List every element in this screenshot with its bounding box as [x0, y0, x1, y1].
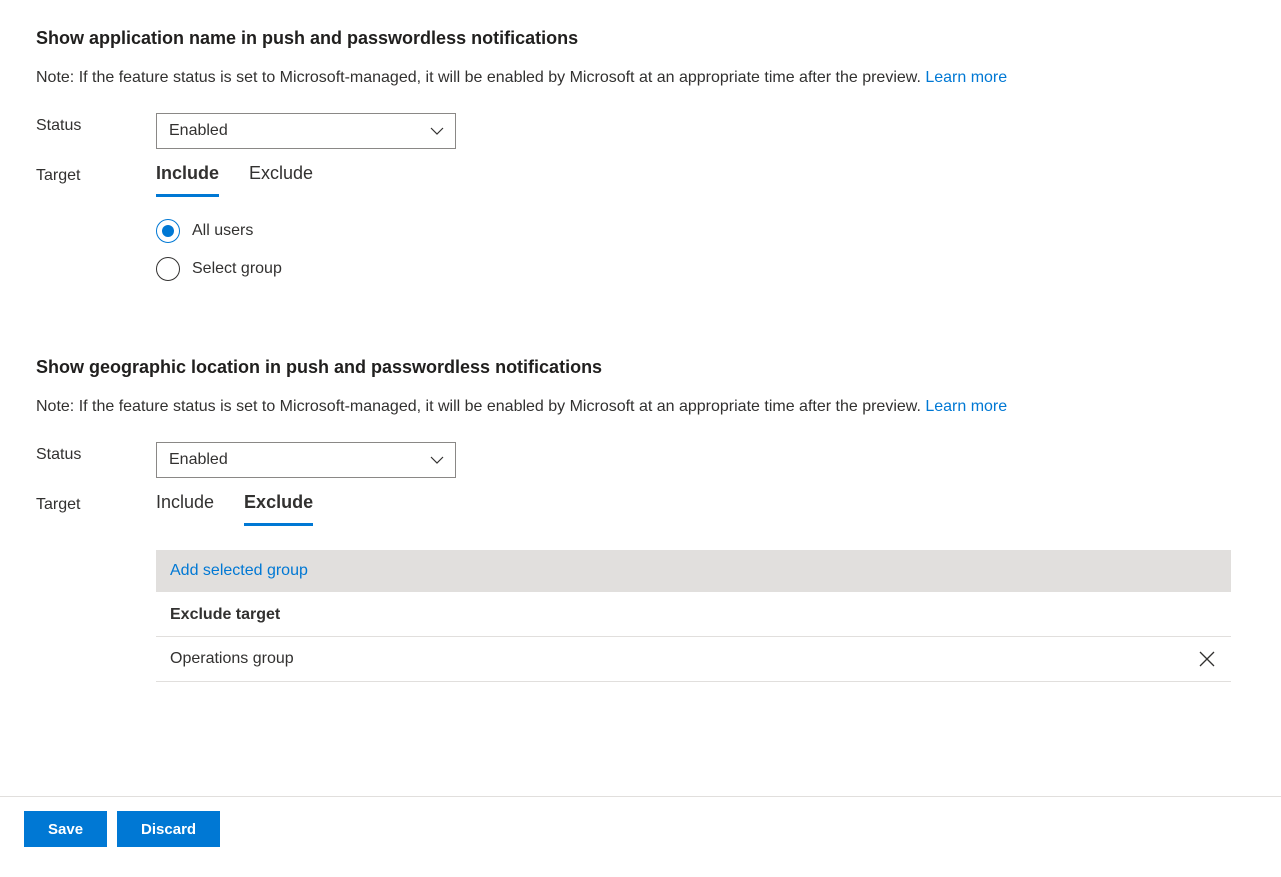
- section2-status-value: Enabled: [169, 451, 228, 469]
- section1-title: Show application name in push and passwo…: [36, 28, 1245, 49]
- section1-tabs: Include Exclude: [156, 163, 313, 197]
- tab-include[interactable]: Include: [156, 163, 219, 197]
- radio-all-users[interactable]: All users: [156, 219, 313, 243]
- chevron-down-icon: [429, 123, 445, 139]
- tab-exclude[interactable]: Exclude: [249, 163, 313, 197]
- chevron-down-icon: [429, 452, 445, 468]
- radio-icon: [156, 257, 180, 281]
- section1-status-dropdown[interactable]: Enabled: [156, 113, 456, 149]
- radio-select-group-label: Select group: [192, 260, 282, 278]
- section1-status-value: Enabled: [169, 122, 228, 140]
- footer-bar: Save Discard: [0, 796, 1281, 877]
- section2-target-label: Target: [36, 492, 156, 514]
- radio-icon: [156, 219, 180, 243]
- radio-select-group[interactable]: Select group: [156, 257, 313, 281]
- exclude-item-name: Operations group: [170, 650, 294, 668]
- save-button[interactable]: Save: [24, 811, 107, 847]
- add-selected-group-link[interactable]: Add selected group: [170, 562, 308, 579]
- section2-learn-more-link[interactable]: Learn more: [925, 398, 1007, 415]
- section1-status-label: Status: [36, 113, 156, 135]
- exclude-target-header: Exclude target: [156, 592, 1231, 637]
- section1-note: Note: If the feature status is set to Mi…: [36, 69, 1245, 87]
- section2-status-dropdown[interactable]: Enabled: [156, 442, 456, 478]
- section2-tabs: Include Exclude: [156, 492, 1245, 526]
- add-selected-group-bar: Add selected group: [156, 550, 1231, 592]
- section2-note-text: Note: If the feature status is set to Mi…: [36, 398, 925, 415]
- tab-exclude[interactable]: Exclude: [244, 492, 313, 526]
- section1-note-text: Note: If the feature status is set to Mi…: [36, 69, 925, 86]
- section1-learn-more-link[interactable]: Learn more: [925, 69, 1007, 86]
- section2-note: Note: If the feature status is set to Mi…: [36, 398, 1245, 416]
- section2-title: Show geographic location in push and pas…: [36, 357, 1245, 378]
- radio-all-users-label: All users: [192, 222, 253, 240]
- table-row: Operations group: [156, 637, 1231, 682]
- tab-include[interactable]: Include: [156, 492, 214, 526]
- section1-radio-group: All users Select group: [156, 219, 313, 281]
- section2-status-label: Status: [36, 442, 156, 464]
- exclude-panel: Add selected group Exclude target Operat…: [156, 550, 1231, 682]
- section1-target-label: Target: [36, 163, 156, 185]
- close-icon[interactable]: [1197, 649, 1217, 669]
- discard-button[interactable]: Discard: [117, 811, 220, 847]
